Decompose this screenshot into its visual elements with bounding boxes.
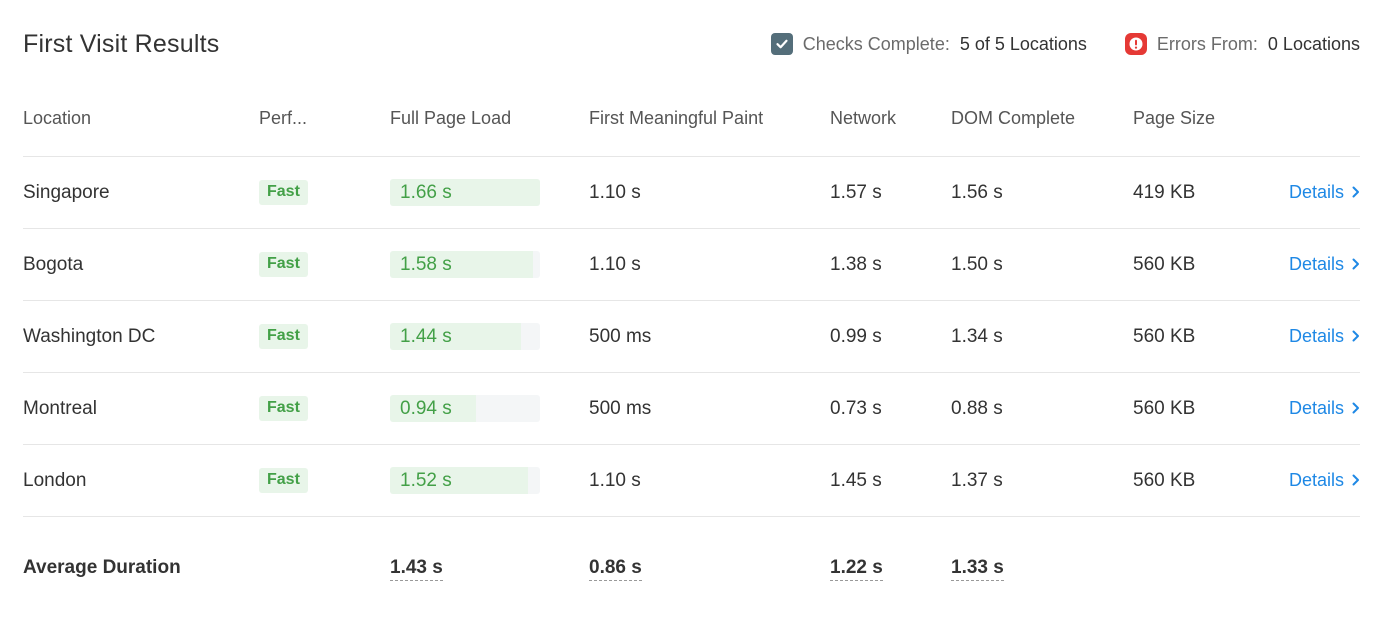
fmp-cell: 1.10 s — [589, 445, 830, 517]
network-cell: 0.99 s — [830, 301, 951, 373]
checks-value: 5 of 5 Locations — [960, 34, 1087, 55]
col-full-page-load[interactable]: Full Page Load — [390, 80, 589, 157]
fmp-cell: 500 ms — [589, 301, 830, 373]
chevron-right-icon — [1352, 258, 1360, 270]
perf-badge: Fast — [259, 396, 308, 421]
average-row: Average Duration 1.43 s 0.86 s 1.22 s 1.… — [23, 517, 1360, 619]
page-size-cell: 560 KB — [1133, 301, 1263, 373]
details-link[interactable]: Details — [1289, 398, 1360, 419]
col-network[interactable]: Network — [830, 80, 951, 157]
perf-badge: Fast — [259, 252, 308, 277]
average-dom: 1.33 s — [951, 557, 1004, 581]
col-details — [1263, 80, 1360, 157]
col-page-size[interactable]: Page Size — [1133, 80, 1263, 157]
table-row: Bogota Fast 1.58 s 1.10 s 1.38 s 1.50 s … — [23, 229, 1360, 301]
details-link[interactable]: Details — [1289, 254, 1360, 275]
location-cell: Washington DC — [23, 301, 259, 373]
perf-badge: Fast — [259, 324, 308, 349]
perf-badge: Fast — [259, 180, 308, 205]
chevron-right-icon — [1352, 330, 1360, 342]
table-row: Washington DC Fast 1.44 s 500 ms 0.99 s … — [23, 301, 1360, 373]
full-load-value: 0.94 s — [400, 395, 452, 422]
results-body: Singapore Fast 1.66 s 1.10 s 1.57 s 1.56… — [23, 157, 1360, 517]
fmp-cell: 1.10 s — [589, 157, 830, 229]
chevron-right-icon — [1352, 186, 1360, 198]
full-load-value: 1.66 s — [400, 179, 452, 206]
summary-bar: Checks Complete: 5 of 5 Locations Errors… — [771, 33, 1360, 55]
network-cell: 1.57 s — [830, 157, 951, 229]
network-cell: 1.38 s — [830, 229, 951, 301]
fmp-cell: 500 ms — [589, 373, 830, 445]
location-cell: Singapore — [23, 157, 259, 229]
error-alert-icon — [1125, 33, 1147, 55]
location-cell: London — [23, 445, 259, 517]
full-load-bar: 0.94 s — [390, 395, 540, 422]
full-load-bar: 1.44 s — [390, 323, 540, 350]
location-cell: Bogota — [23, 229, 259, 301]
page-size-cell: 560 KB — [1133, 229, 1263, 301]
details-link[interactable]: Details — [1289, 470, 1360, 491]
details-label: Details — [1289, 326, 1344, 347]
table-row: Montreal Fast 0.94 s 500 ms 0.73 s 0.88 … — [23, 373, 1360, 445]
col-location[interactable]: Location — [23, 80, 259, 157]
dom-cell: 1.50 s — [951, 229, 1133, 301]
results-header: First Visit Results Checks Complete: 5 o… — [23, 22, 1360, 66]
full-load-value: 1.58 s — [400, 251, 452, 278]
errors-value: 0 Locations — [1268, 34, 1360, 55]
fmp-cell: 1.10 s — [589, 229, 830, 301]
dom-cell: 1.37 s — [951, 445, 1133, 517]
table-row: Singapore Fast 1.66 s 1.10 s 1.57 s 1.56… — [23, 157, 1360, 229]
average-label: Average Duration — [23, 517, 259, 619]
table-row: London Fast 1.52 s 1.10 s 1.45 s 1.37 s … — [23, 445, 1360, 517]
col-performance[interactable]: Perf... — [259, 80, 390, 157]
errors-from: Errors From: 0 Locations — [1125, 33, 1360, 55]
full-load-value: 1.52 s — [400, 467, 452, 494]
details-link[interactable]: Details — [1289, 326, 1360, 347]
average-network: 1.22 s — [830, 557, 883, 581]
dom-cell: 1.56 s — [951, 157, 1133, 229]
average-full-load: 1.43 s — [390, 557, 443, 581]
full-load-value: 1.44 s — [400, 323, 452, 350]
col-dom-complete[interactable]: DOM Complete — [951, 80, 1133, 157]
checks-label: Checks Complete: — [803, 34, 950, 55]
details-link[interactable]: Details — [1289, 182, 1360, 203]
errors-label: Errors From: — [1157, 34, 1258, 55]
location-cell: Montreal — [23, 373, 259, 445]
chevron-right-icon — [1352, 402, 1360, 414]
page-size-cell: 560 KB — [1133, 445, 1263, 517]
checks-complete: Checks Complete: 5 of 5 Locations — [771, 33, 1087, 55]
details-label: Details — [1289, 470, 1344, 491]
network-cell: 0.73 s — [830, 373, 951, 445]
checkbox-checked-icon — [771, 33, 793, 55]
dom-cell: 1.34 s — [951, 301, 1133, 373]
full-load-bar: 1.66 s — [390, 179, 540, 206]
page-title: First Visit Results — [23, 30, 219, 59]
details-label: Details — [1289, 398, 1344, 419]
table-header-row: Location Perf... Full Page Load First Me… — [23, 80, 1360, 157]
col-first-meaningful-paint[interactable]: First Meaningful Paint — [589, 80, 830, 157]
details-label: Details — [1289, 182, 1344, 203]
dom-cell: 0.88 s — [951, 373, 1133, 445]
full-load-bar: 1.58 s — [390, 251, 540, 278]
details-label: Details — [1289, 254, 1344, 275]
chevron-right-icon — [1352, 474, 1360, 486]
full-load-bar: 1.52 s — [390, 467, 540, 494]
network-cell: 1.45 s — [830, 445, 951, 517]
page-size-cell: 419 KB — [1133, 157, 1263, 229]
page-size-cell: 560 KB — [1133, 373, 1263, 445]
results-table: Location Perf... Full Page Load First Me… — [23, 80, 1360, 619]
average-fmp: 0.86 s — [589, 557, 642, 581]
perf-badge: Fast — [259, 468, 308, 493]
